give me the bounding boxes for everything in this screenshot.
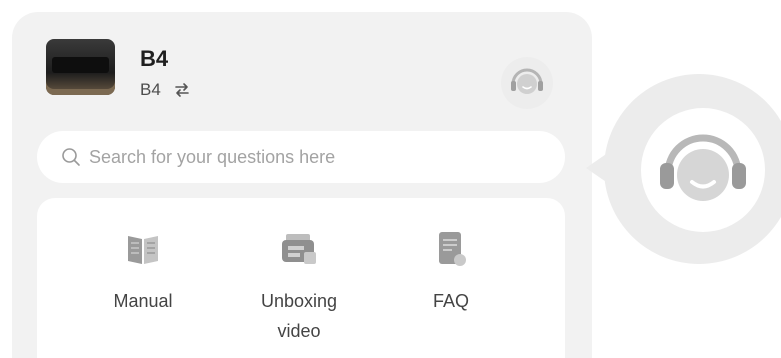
device-panel: B4 B4 Search for your questions here Man…	[12, 12, 592, 358]
manual-label: Manual	[113, 291, 173, 311]
document-icon	[439, 232, 466, 266]
manual-button[interactable]: Manual	[63, 228, 223, 316]
search-input[interactable]: Search for your questions here	[37, 131, 565, 183]
unboxing-video-button[interactable]: Unboxing video	[219, 228, 379, 346]
faq-label: FAQ	[432, 291, 469, 311]
device-model: B4	[140, 80, 161, 99]
headset-support-icon[interactable]	[638, 105, 768, 235]
device-model-row[interactable]: B4	[140, 80, 191, 100]
search-placeholder: Search for your questions here	[89, 146, 336, 167]
book-icon	[128, 236, 158, 264]
search-icon	[62, 148, 80, 166]
headset-support-icon[interactable]	[500, 56, 554, 110]
quick-links-card: Manual Unboxing video FAQ	[37, 198, 565, 358]
device-thumbnail[interactable]	[46, 39, 115, 95]
package-icon	[282, 234, 316, 264]
unboxing-video-label: Unboxing video	[260, 291, 338, 341]
swap-arrows-icon[interactable]	[173, 81, 191, 99]
device-title: B4	[140, 46, 169, 71]
faq-button[interactable]: FAQ	[371, 228, 531, 316]
